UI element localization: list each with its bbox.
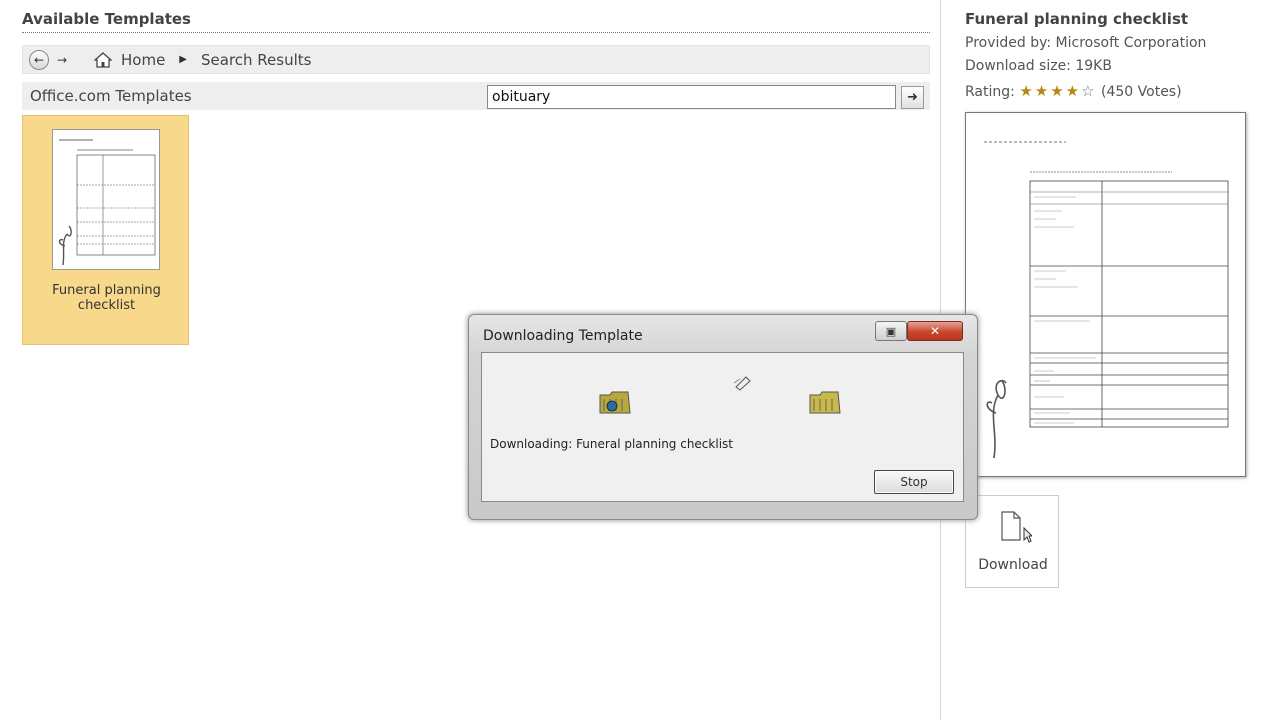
search-bar-row: Office.com Templates ➜ <box>22 82 930 110</box>
destination-folder-icon <box>809 391 841 414</box>
breadcrumb-separator-icon: ▶ <box>179 54 187 65</box>
rating-votes: (450 Votes) <box>1101 84 1182 100</box>
stop-button[interactable]: Stop <box>874 470 954 494</box>
template-name: Funeral planning checklist <box>52 283 161 313</box>
available-templates-heading: Available Templates <box>22 10 191 28</box>
dialog-minimize-button[interactable]: ▣ <box>875 321 907 341</box>
download-button[interactable]: Download <box>965 495 1059 588</box>
download-status: Downloading: Funeral planning checklist <box>490 437 733 451</box>
flying-document-icon <box>733 376 751 391</box>
template-tile[interactable]: Funeral planning checklist <box>22 115 189 345</box>
rating-label: Rating: <box>965 84 1015 100</box>
rating-row: Rating: ★★★★☆ (450 Votes) <box>965 82 1182 100</box>
provided-by: Provided by: Microsoft Corporation <box>965 35 1207 51</box>
arrow-right-icon: ➜ <box>907 90 918 105</box>
template-details-panel: Funeral planning checklist Provided by: … <box>940 0 1280 720</box>
template-preview <box>965 112 1246 477</box>
download-size: Download size: 19KB <box>965 58 1112 74</box>
template-window: Available Templates ← → Home ▶ Search Re… <box>0 0 1280 720</box>
back-arrow-icon: ← <box>33 52 45 67</box>
source-folder-icon <box>599 391 631 414</box>
back-button[interactable]: ← <box>29 49 49 70</box>
close-icon: ✕ <box>929 324 941 338</box>
home-icon[interactable] <box>93 51 113 69</box>
search-go-button[interactable]: ➜ <box>901 86 924 109</box>
dialog-title: Downloading Template <box>483 328 643 344</box>
rating-stars-icon: ★★★★☆ <box>1019 82 1097 100</box>
source-label: Office.com Templates <box>30 87 192 105</box>
breadcrumb-home[interactable]: Home <box>121 51 165 69</box>
dialog-body: Downloading: Funeral planning checklist … <box>481 352 964 502</box>
download-label: Download <box>978 557 1048 573</box>
dialog-close-button[interactable]: ✕ <box>907 321 963 341</box>
navigation-bar: ← → Home ▶ Search Results <box>22 45 930 74</box>
document-download-icon <box>1001 511 1032 543</box>
heading-divider <box>22 32 930 33</box>
template-thumbnail <box>52 129 160 270</box>
search-input[interactable] <box>487 85 896 109</box>
downloading-dialog: Downloading Template ▣ ✕ Downloading: Fu… <box>468 314 978 520</box>
forward-arrow-icon: → <box>56 52 68 67</box>
forward-button[interactable]: → <box>53 51 71 69</box>
details-title: Funeral planning checklist <box>965 10 1189 28</box>
restore-icon: ▣ <box>885 324 897 338</box>
breadcrumb-search-results: Search Results <box>201 50 312 69</box>
